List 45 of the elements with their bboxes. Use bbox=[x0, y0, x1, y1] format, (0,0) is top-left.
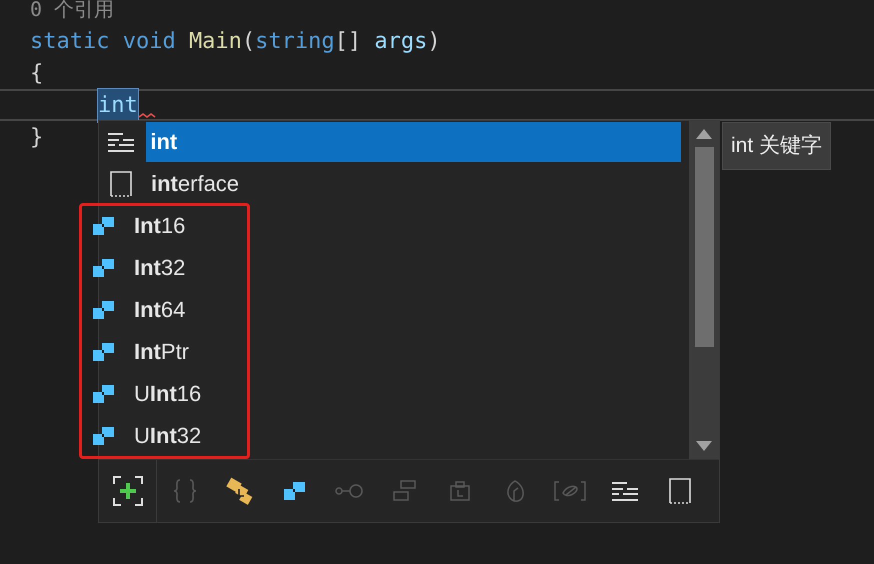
snippet-icon bbox=[668, 478, 690, 504]
completion-item[interactable]: Int16 bbox=[82, 205, 247, 247]
struct-icon bbox=[284, 482, 306, 500]
code-token: ( bbox=[242, 28, 256, 56]
item-label: Int16 bbox=[133, 212, 186, 240]
interface-icon bbox=[334, 483, 364, 499]
code-token: ) bbox=[427, 28, 441, 56]
item-label: Int64 bbox=[133, 296, 186, 324]
class-icon bbox=[224, 477, 254, 505]
enum-icon bbox=[392, 480, 416, 502]
typed-text[interactable]: int bbox=[98, 88, 138, 122]
item-label: UInt32 bbox=[133, 422, 202, 450]
expand-filter-button[interactable] bbox=[112, 476, 142, 506]
completion-item[interactable]: Int32 bbox=[82, 247, 247, 289]
keyword-icon bbox=[610, 480, 638, 502]
completion-item[interactable]: Int64 bbox=[82, 289, 247, 331]
scroll-up-icon[interactable] bbox=[696, 129, 712, 139]
snippet-icon bbox=[110, 171, 132, 197]
code-token: [] bbox=[334, 28, 362, 56]
code-token: void bbox=[122, 28, 176, 56]
code-token: Main bbox=[188, 28, 242, 56]
code-token: 0 个引用 bbox=[30, 0, 114, 23]
completion-item[interactable]: UInt32 bbox=[82, 415, 247, 457]
code-token: } bbox=[30, 124, 44, 152]
item-label: Int32 bbox=[133, 254, 186, 282]
completion-item[interactable]: IntPtr bbox=[82, 331, 247, 373]
braces-icon bbox=[172, 479, 198, 503]
code-token: string bbox=[255, 28, 335, 56]
completion-item[interactable]: interface bbox=[99, 163, 689, 205]
code-token: args bbox=[374, 28, 428, 56]
delegate-icon bbox=[448, 480, 470, 502]
tooltip: int 关键字 bbox=[722, 122, 832, 170]
scrollbar[interactable] bbox=[689, 121, 719, 459]
scroll-thumb[interactable] bbox=[694, 147, 714, 347]
code-token: { bbox=[30, 60, 44, 88]
item-label: UInt16 bbox=[133, 380, 202, 408]
squiggle-icon bbox=[138, 113, 156, 119]
add-icon bbox=[112, 476, 142, 506]
item-label: interface bbox=[150, 170, 240, 198]
keyword-icon bbox=[106, 131, 135, 153]
item-label: IntPtr bbox=[133, 338, 190, 366]
extension-icon bbox=[554, 481, 586, 501]
scroll-down-icon[interactable] bbox=[696, 441, 712, 451]
code-token: static bbox=[30, 28, 110, 56]
completion-item[interactable]: UInt16 bbox=[82, 373, 247, 415]
